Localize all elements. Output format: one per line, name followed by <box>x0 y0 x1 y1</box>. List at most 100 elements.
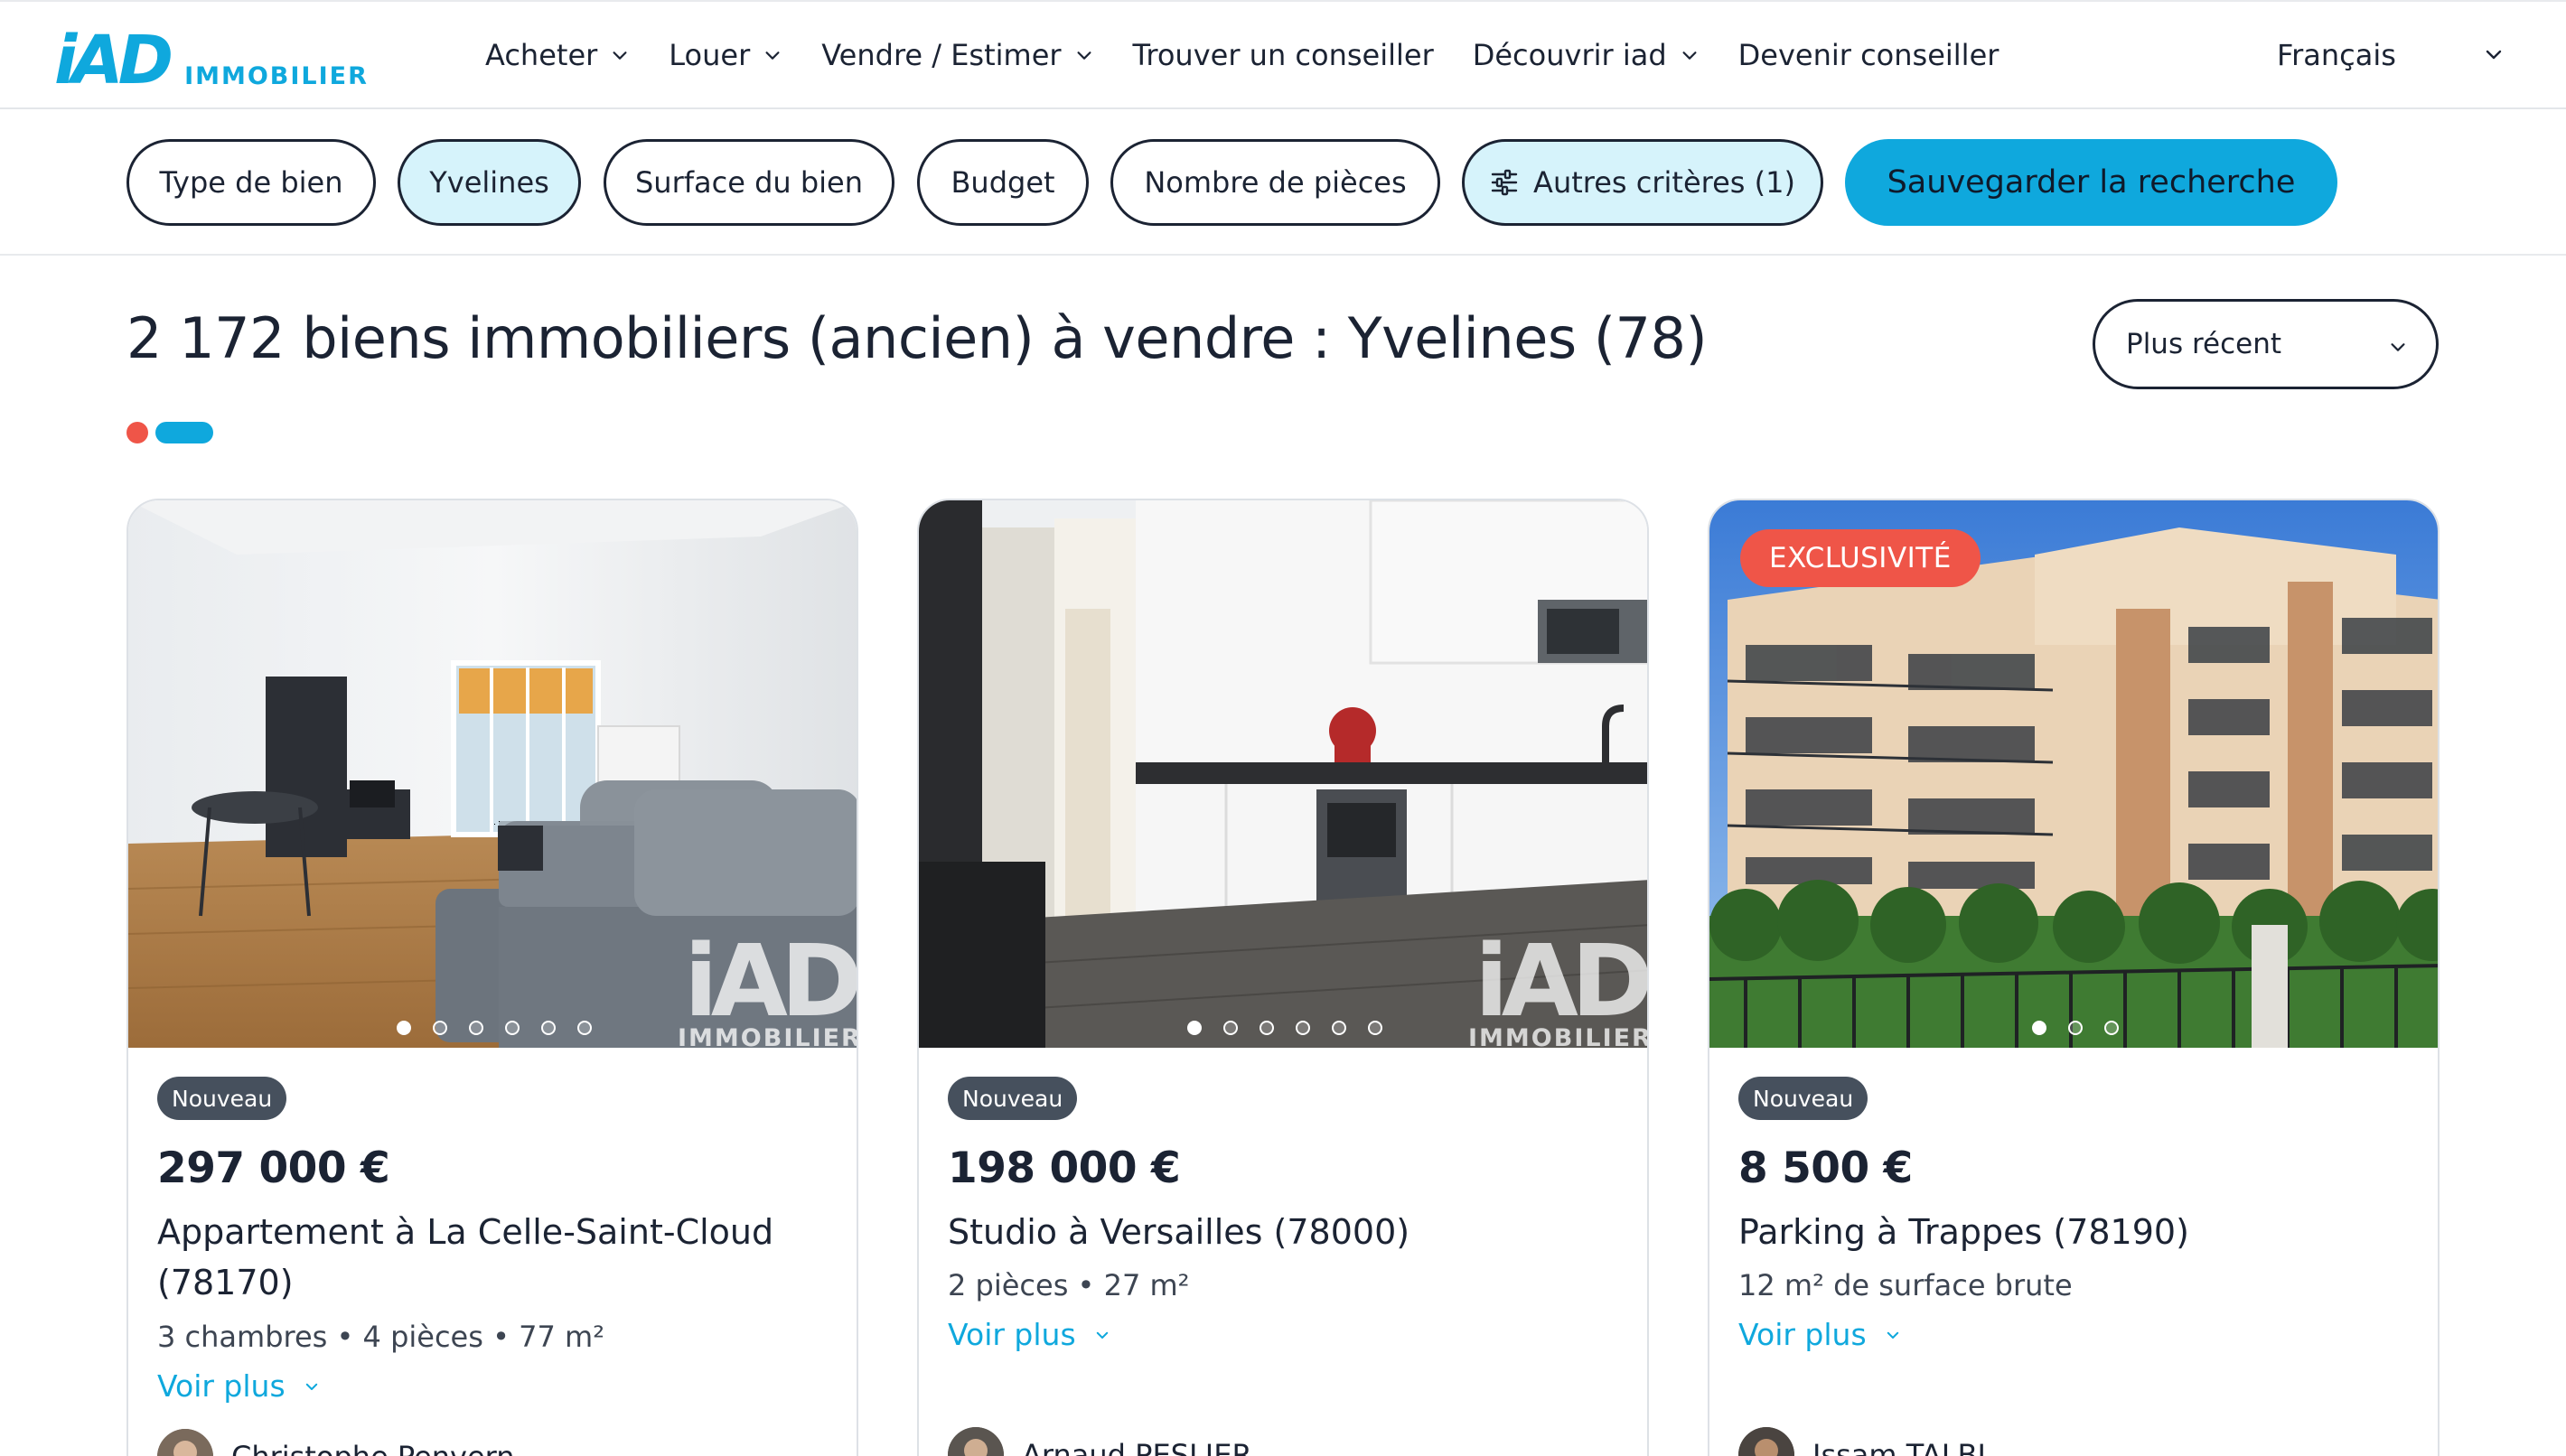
agent-name: Arnaud PESLIER <box>1022 1438 1252 1456</box>
carousel-dot[interactable] <box>1296 1021 1310 1035</box>
filter-pieces-label: Nombre de pièces <box>1144 165 1407 200</box>
listing-title[interactable]: Appartement à La Celle-Saint-Cloud (7817… <box>157 1207 835 1308</box>
chevron-down-icon <box>1682 51 1697 60</box>
living-room-photo: iAD IMMOBILIER <box>128 500 857 1048</box>
new-badge: Nouveau <box>157 1077 287 1120</box>
nav-vendre-label: Vendre / Estimer <box>821 37 1062 72</box>
filter-nombre-pieces[interactable]: Nombre de pièces <box>1110 139 1440 226</box>
carousel-dot[interactable] <box>1332 1021 1346 1035</box>
voir-plus-label: Voir plus <box>1738 1317 1867 1352</box>
carousel-dot[interactable] <box>2068 1021 2083 1035</box>
voir-plus-label: Voir plus <box>157 1368 286 1404</box>
photo-carousel-dots <box>128 1021 857 1035</box>
listing-photo[interactable]: iAD IMMOBILIER <box>128 500 857 1048</box>
filter-yvelines-label: Yvelines <box>429 165 549 200</box>
listing-title[interactable]: Parking à Trappes (78190) <box>1738 1207 2416 1257</box>
carousel-dot[interactable] <box>541 1021 556 1035</box>
filter-budget[interactable]: Budget <box>917 139 1089 226</box>
new-badge: Nouveau <box>948 1077 1078 1120</box>
nav-devenir-label: Devenir conseiller <box>1737 37 1999 72</box>
title-accent-dot <box>126 422 148 443</box>
listing-card[interactable]: iAD IMMOBILIER Nouveau 297 000 € Apparte… <box>126 499 858 1456</box>
nav-trouver-conseiller[interactable]: Trouver un conseiller <box>1133 38 1434 72</box>
agent-info[interactable]: Arnaud PESLIER <box>948 1427 1252 1456</box>
carousel-dot[interactable] <box>1260 1021 1274 1035</box>
nav-louer[interactable]: Louer <box>669 38 782 72</box>
avatar <box>948 1427 1004 1456</box>
carousel-dot[interactable] <box>2032 1021 2046 1035</box>
avatar <box>157 1429 213 1456</box>
voir-plus-label: Voir plus <box>948 1317 1076 1352</box>
sort-select[interactable]: Plus récent <box>2093 299 2439 389</box>
nav-decouvrir-iad[interactable]: Découvrir iad <box>1473 38 1700 72</box>
sliders-icon <box>1491 169 1518 196</box>
photo-carousel-dots <box>919 1021 1647 1035</box>
voir-plus-link[interactable]: Voir plus <box>948 1317 1110 1352</box>
chevron-down-icon <box>305 1383 317 1390</box>
nav-acheter[interactable]: Acheter <box>485 38 630 72</box>
carousel-dot[interactable] <box>433 1021 447 1035</box>
chevron-down-icon <box>2391 343 2405 351</box>
listing-card[interactable]: iAD IMMOBILIER Nouveau 198 000 € Studio … <box>917 499 1649 1456</box>
agent-name: Christophe Penvern <box>231 1440 515 1456</box>
listing-details-line: 12 m² de surface brute <box>1738 1268 2073 1302</box>
filter-autres-label: Autres critères (1) <box>1533 165 1795 200</box>
filter-surface-label: Surface du bien <box>634 165 863 200</box>
logo-mark: iAD <box>54 22 173 99</box>
language-selector[interactable]: Français <box>2277 0 2396 109</box>
main-nav: Acheter Louer Vendre / Estimer Trouver u… <box>485 0 2037 109</box>
filter-yvelines[interactable]: Yvelines <box>398 139 581 226</box>
chevron-down-icon <box>1077 51 1091 60</box>
agent-info[interactable]: Christophe Penvern <box>157 1429 515 1456</box>
nav-trouver-label: Trouver un conseiller <box>1132 37 1434 72</box>
kitchen-photo: iAD IMMOBILIER <box>919 500 1647 1048</box>
filter-type-label: Type de bien <box>159 165 343 200</box>
nav-louer-label: Louer <box>669 37 751 72</box>
nav-vendre-estimer[interactable]: Vendre / Estimer <box>821 38 1093 72</box>
chevron-down-icon <box>613 51 627 60</box>
agent-info[interactable]: Issam TALBI <box>1738 1427 1986 1456</box>
save-search-label: Sauvegarder la recherche <box>1887 164 2296 201</box>
listing-details-line: 2 pièces • 27 m² <box>948 1268 1190 1302</box>
carousel-dot[interactable] <box>1368 1021 1382 1035</box>
voir-plus-link[interactable]: Voir plus <box>157 1368 320 1404</box>
nav-decouvrir-label: Découvrir iad <box>1472 37 1667 72</box>
results-title: 2 172 biens immobiliers (ancien) à vendr… <box>126 305 1708 371</box>
filter-type-de-bien[interactable]: Type de bien <box>126 139 376 226</box>
chevron-down-icon <box>765 51 780 60</box>
sort-value: Plus récent <box>2126 328 2282 360</box>
logo-subtitle: IMMOBILIER <box>184 62 369 90</box>
nav-acheter-label: Acheter <box>485 37 598 72</box>
filter-autres-criteres[interactable]: Autres critères (1) <box>1462 139 1823 226</box>
listing-photo[interactable]: EXCLUSIVITÉ <box>1709 500 2438 1048</box>
iad-logo[interactable]: iAD IMMOBILIER <box>54 22 369 94</box>
avatar <box>1738 1427 1794 1456</box>
listing-card[interactable]: EXCLUSIVITÉ Nouveau 8 500 € Parking à Tr… <box>1708 499 2440 1456</box>
listing-price: 8 500 € <box>1738 1143 1913 1193</box>
carousel-dot[interactable] <box>2104 1021 2119 1035</box>
filter-surface[interactable]: Surface du bien <box>604 139 894 226</box>
chevron-down-icon <box>1887 1331 1898 1339</box>
carousel-dot[interactable] <box>1223 1021 1238 1035</box>
language-label: Français <box>2277 37 2396 72</box>
new-badge: Nouveau <box>1738 1077 1868 1120</box>
chevron-down-icon[interactable] <box>2483 43 2505 65</box>
listing-title[interactable]: Studio à Versailles (78000) <box>948 1207 1625 1257</box>
carousel-dot[interactable] <box>505 1021 520 1035</box>
carousel-dot[interactable] <box>469 1021 483 1035</box>
filter-budget-label: Budget <box>951 165 1055 200</box>
chevron-down-icon <box>1096 1331 1108 1339</box>
carousel-dot[interactable] <box>577 1021 592 1035</box>
voir-plus-link[interactable]: Voir plus <box>1738 1317 1901 1352</box>
listing-photo[interactable]: iAD IMMOBILIER <box>919 500 1647 1048</box>
agent-name: Issam TALBI <box>1812 1438 1986 1456</box>
listing-price: 198 000 € <box>948 1143 1181 1193</box>
title-accent-pill <box>155 422 213 443</box>
site-header: iAD IMMOBILIER Acheter Louer Vendre / Es… <box>0 0 2566 109</box>
carousel-dot[interactable] <box>1187 1021 1202 1035</box>
photo-carousel-dots <box>1709 1021 2438 1035</box>
save-search-button[interactable]: Sauvegarder la recherche <box>1845 139 2337 226</box>
listing-details-line: 3 chambres • 4 pièces • 77 m² <box>157 1320 605 1354</box>
carousel-dot[interactable] <box>397 1021 411 1035</box>
nav-devenir-conseiller[interactable]: Devenir conseiller <box>1738 38 1999 72</box>
